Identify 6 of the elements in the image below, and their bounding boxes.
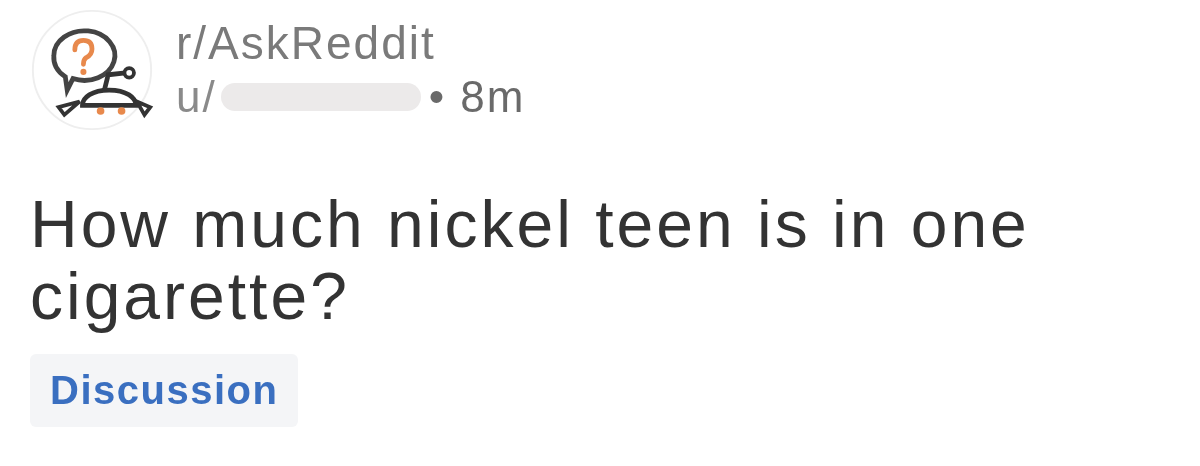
username[interactable]: u/ — [176, 72, 217, 122]
post-title[interactable]: How much nickel teen is in one cigarette? — [30, 188, 1160, 332]
subreddit-name[interactable]: r/AskReddit — [176, 18, 526, 68]
post-time: • 8m — [428, 72, 526, 122]
flair-tag[interactable]: Discussion — [30, 354, 299, 427]
subreddit-avatar-icon[interactable] — [30, 8, 154, 132]
